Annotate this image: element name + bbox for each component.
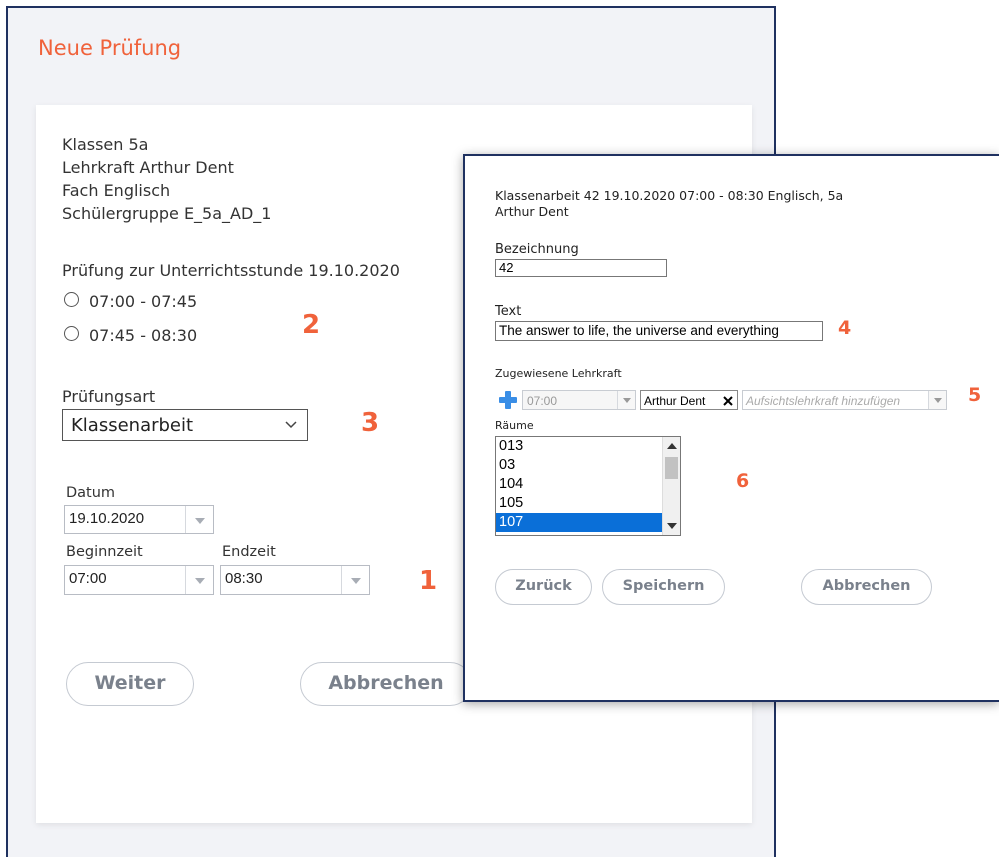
list-item[interactable]: 013 bbox=[496, 437, 680, 456]
radio-button[interactable] bbox=[64, 326, 79, 341]
lesson-option-label: 07:00 - 07:45 bbox=[89, 292, 198, 311]
exam-header-line2: Arthur Dent bbox=[495, 204, 569, 219]
chevron-down-icon[interactable] bbox=[185, 566, 213, 594]
exam-detail-window: Klassenarbeit 42 19.10.2020 07:00 - 08:3… bbox=[463, 154, 999, 702]
start-time-field[interactable]: 07:00 bbox=[64, 565, 214, 595]
scrollbar[interactable] bbox=[662, 437, 680, 535]
annotation-number: 6 bbox=[736, 470, 750, 492]
list-item[interactable]: 104 bbox=[496, 475, 680, 494]
list-item[interactable]: 03 bbox=[496, 456, 680, 475]
text-input[interactable]: The answer to life, the universe and eve… bbox=[495, 321, 823, 341]
assigned-teacher-label: Zugewiesene Lehrkraft bbox=[495, 367, 622, 380]
list-item[interactable]: 105 bbox=[496, 494, 680, 513]
start-time-value: 07:00 bbox=[69, 570, 107, 587]
teacher-tag-name: Arthur Dent bbox=[644, 394, 706, 408]
end-time-field[interactable]: 08:30 bbox=[220, 565, 370, 595]
window-title: Neue Prüfung bbox=[38, 36, 182, 60]
back-button[interactable]: Zurück bbox=[495, 569, 592, 605]
supervisor-placeholder: Aufsichtslehrkraft hinzufügen bbox=[746, 394, 901, 408]
classes-info: Klassen 5a bbox=[62, 135, 149, 154]
date-value: 19.10.2020 bbox=[69, 510, 145, 527]
cancel-button[interactable]: Abbrechen bbox=[801, 569, 932, 605]
annotation-number: 4 bbox=[838, 317, 852, 339]
group-info: Schülergruppe E_5a_AD_1 bbox=[62, 204, 272, 223]
time-select[interactable]: 07:00 bbox=[522, 390, 636, 410]
exam-type-select[interactable]: Klassenarbeit bbox=[62, 409, 308, 441]
supervisor-input[interactable]: Aufsichtslehrkraft hinzufügen bbox=[742, 390, 947, 410]
rooms-listbox[interactable]: 013 03 104 105 107 bbox=[495, 436, 681, 536]
teacher-info: Lehrkraft Arthur Dent bbox=[62, 158, 234, 177]
end-time-label: Endzeit bbox=[222, 544, 276, 560]
subject-info: Fach Englisch bbox=[62, 181, 171, 200]
annotation-number: 5 bbox=[968, 384, 982, 406]
chevron-down-icon[interactable] bbox=[928, 391, 946, 409]
name-label: Bezeichnung bbox=[495, 242, 579, 257]
annotation-number: 2 bbox=[302, 310, 321, 340]
chevron-down-icon[interactable] bbox=[341, 566, 369, 594]
scroll-up-icon[interactable] bbox=[667, 443, 677, 449]
scroll-down-icon[interactable] bbox=[667, 523, 677, 529]
exam-type-label: Prüfungsart bbox=[62, 387, 156, 406]
lesson-heading: Prüfung zur Unterrichtsstunde 19.10.2020 bbox=[62, 261, 400, 280]
chevron-down-icon[interactable] bbox=[617, 391, 635, 409]
teacher-tag: Arthur Dent bbox=[640, 390, 738, 410]
list-item-selected[interactable]: 107 bbox=[496, 513, 680, 532]
annotation-number: 1 bbox=[419, 566, 438, 596]
start-time-label: Beginnzeit bbox=[66, 544, 143, 560]
chevron-down-icon bbox=[285, 421, 297, 429]
close-icon[interactable] bbox=[723, 396, 733, 406]
date-label: Datum bbox=[66, 485, 116, 501]
date-field[interactable]: 19.10.2020 bbox=[64, 505, 214, 534]
next-button[interactable]: Weiter bbox=[66, 662, 194, 706]
lesson-option-label: 07:45 - 08:30 bbox=[89, 326, 198, 345]
name-input[interactable]: 42 bbox=[495, 259, 667, 277]
scroll-thumb[interactable] bbox=[665, 457, 678, 479]
exam-type-value: Klassenarbeit bbox=[71, 415, 194, 436]
cancel-button[interactable]: Abbrechen bbox=[300, 662, 472, 706]
rooms-label: Räume bbox=[495, 419, 534, 432]
radio-button[interactable] bbox=[64, 292, 79, 307]
text-label: Text bbox=[495, 304, 522, 319]
exam-header-line1: Klassenarbeit 42 19.10.2020 07:00 - 08:3… bbox=[495, 188, 844, 203]
annotation-number: 3 bbox=[361, 408, 380, 438]
save-button[interactable]: Speichern bbox=[602, 569, 725, 605]
time-select-value: 07:00 bbox=[527, 394, 558, 408]
end-time-value: 08:30 bbox=[225, 570, 263, 587]
plus-icon[interactable] bbox=[498, 390, 518, 410]
chevron-down-icon[interactable] bbox=[185, 506, 213, 533]
